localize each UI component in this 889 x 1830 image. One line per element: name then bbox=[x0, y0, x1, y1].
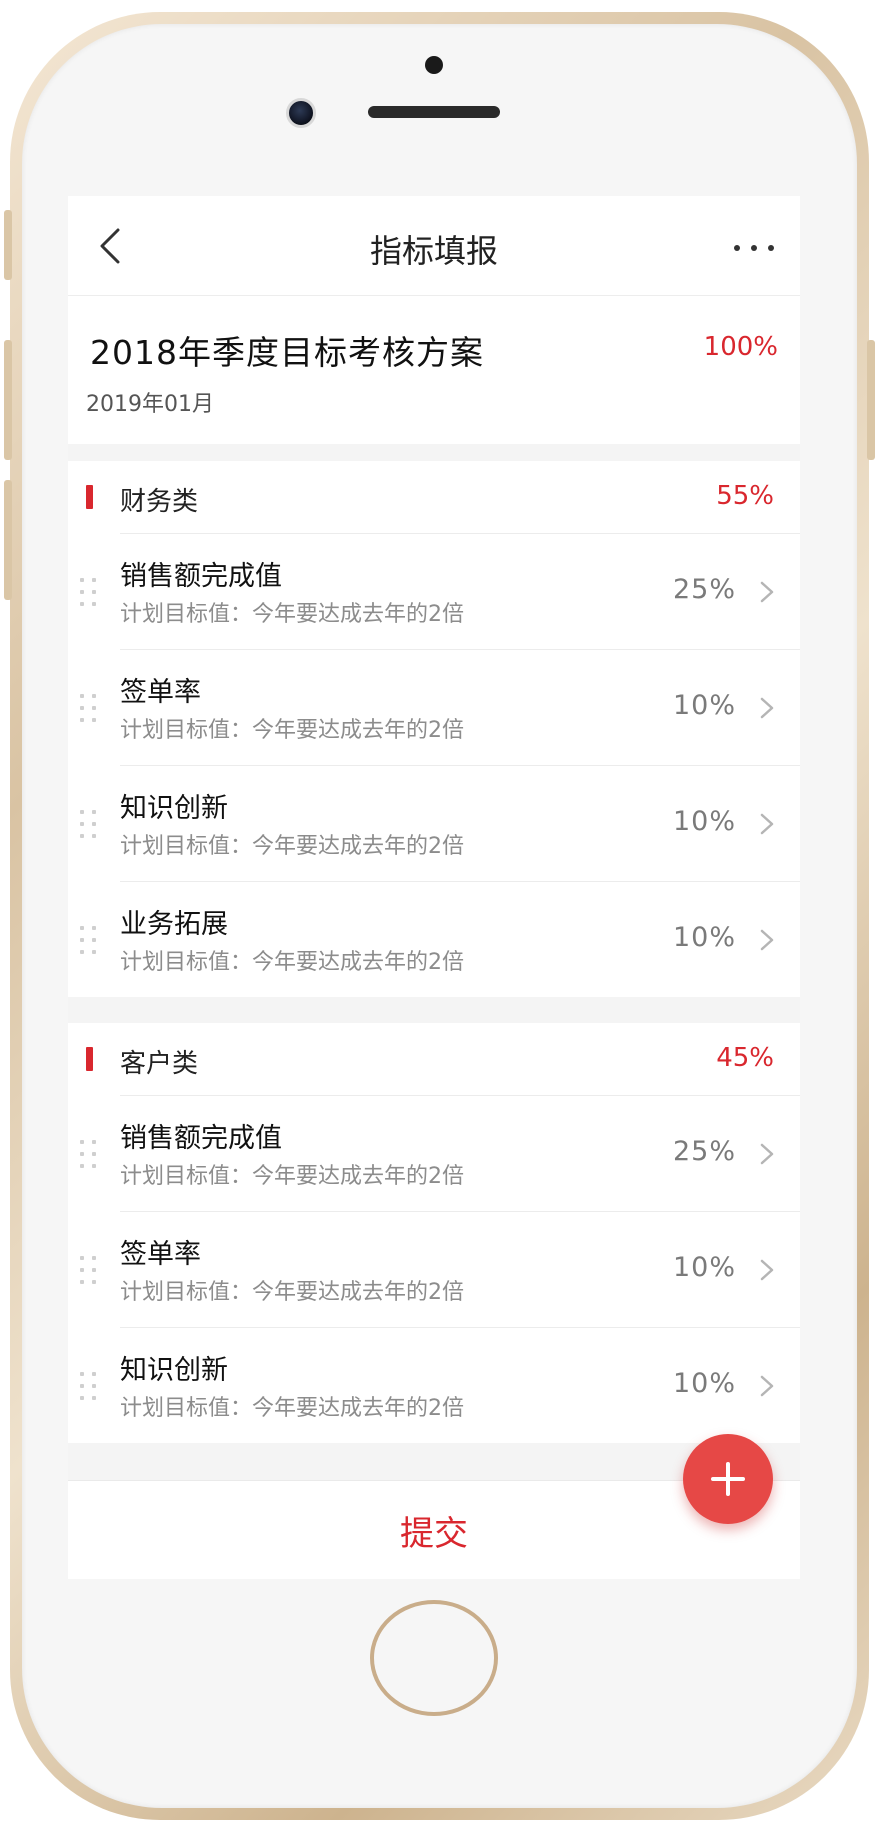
indicator-item[interactable]: 业务拓展 计划目标值：今年要达成去年的2倍 10% bbox=[80, 881, 800, 997]
section-title: 财务类 bbox=[120, 487, 199, 517]
item-description: 计划目标值：今年要达成去年的2倍 bbox=[120, 1164, 464, 1189]
chevron-right-icon bbox=[760, 1143, 774, 1165]
earpiece-speaker bbox=[368, 106, 500, 118]
drag-handle-icon[interactable] bbox=[80, 926, 98, 956]
drag-handle-icon[interactable] bbox=[80, 694, 98, 724]
chevron-right-icon bbox=[760, 1259, 774, 1281]
item-title: 销售额完成值 bbox=[120, 1123, 282, 1154]
indicator-item[interactable]: 签单率 计划目标值：今年要达成去年的2倍 10% bbox=[80, 649, 800, 765]
item-description: 计划目标值：今年要达成去年的2倍 bbox=[120, 950, 464, 975]
page-title: 指标填报 bbox=[369, 232, 498, 270]
plan-summary-card: 2018年季度目标考核方案 100% 2019年01月 bbox=[68, 296, 800, 444]
section-marker bbox=[86, 1047, 93, 1071]
drag-handle-icon[interactable] bbox=[80, 1140, 98, 1170]
item-title: 销售额完成值 bbox=[120, 561, 282, 592]
section-finance: 财务类 55% 销售额完成值 计划目标值：今年要达成去年的2倍 25% 签单率 … bbox=[68, 461, 800, 997]
section-percent: 45% bbox=[716, 1043, 774, 1073]
section-customer: 客户类 45% 销售额完成值 计划目标值：今年要达成去年的2倍 25% 签单率 … bbox=[68, 1023, 800, 1443]
chevron-right-icon bbox=[760, 697, 774, 719]
section-title: 客户类 bbox=[120, 1049, 199, 1079]
section-header: 财务类 55% bbox=[68, 461, 800, 533]
section-percent: 55% bbox=[716, 481, 774, 511]
chevron-right-icon bbox=[760, 1375, 774, 1397]
drag-handle-icon[interactable] bbox=[80, 1372, 98, 1402]
drag-handle-icon[interactable] bbox=[80, 578, 98, 608]
item-percent: 10% bbox=[672, 1368, 736, 1399]
drag-handle-icon[interactable] bbox=[80, 810, 98, 840]
indicator-item[interactable]: 销售额完成值 计划目标值：今年要达成去年的2倍 25% bbox=[80, 533, 800, 649]
mute-switch bbox=[4, 210, 12, 280]
drag-handle-icon[interactable] bbox=[80, 1256, 98, 1286]
plan-date: 2019年01月 bbox=[86, 392, 214, 417]
front-camera bbox=[286, 98, 316, 128]
plan-title: 2018年季度目标考核方案 bbox=[90, 333, 484, 372]
indicator-item[interactable]: 签单率 计划目标值：今年要达成去年的2倍 10% bbox=[80, 1211, 800, 1327]
plus-icon bbox=[711, 1462, 745, 1496]
volume-up-button bbox=[4, 340, 12, 460]
chevron-right-icon bbox=[760, 813, 774, 835]
item-description: 计划目标值：今年要达成去年的2倍 bbox=[120, 602, 464, 627]
item-percent: 10% bbox=[672, 1252, 736, 1283]
more-horizontal-icon[interactable] bbox=[734, 228, 774, 268]
plan-total-percent: 100% bbox=[703, 332, 778, 362]
add-button[interactable] bbox=[683, 1434, 773, 1524]
section-header: 客户类 45% bbox=[68, 1023, 800, 1095]
item-description: 计划目标值：今年要达成去年的2倍 bbox=[120, 1396, 464, 1421]
power-button bbox=[867, 340, 875, 460]
nav-bar: 指标填报 bbox=[68, 196, 800, 296]
item-percent: 10% bbox=[672, 806, 736, 837]
chevron-right-icon bbox=[760, 929, 774, 951]
item-title: 知识创新 bbox=[120, 793, 228, 824]
proximity-sensor bbox=[425, 56, 443, 74]
chevron-right-icon bbox=[760, 581, 774, 603]
item-description: 计划目标值：今年要达成去年的2倍 bbox=[120, 834, 464, 859]
item-description: 计划目标值：今年要达成去年的2倍 bbox=[120, 1280, 464, 1305]
item-percent: 25% bbox=[672, 1136, 736, 1167]
app-screen: 指标填报 2018年季度目标考核方案 100% 2019年01月 财务类 55%… bbox=[68, 196, 800, 1579]
section-marker bbox=[86, 485, 93, 509]
item-percent: 10% bbox=[672, 922, 736, 953]
item-title: 知识创新 bbox=[120, 1355, 228, 1386]
item-percent: 25% bbox=[672, 574, 736, 605]
volume-down-button bbox=[4, 480, 12, 600]
item-percent: 10% bbox=[672, 690, 736, 721]
item-title: 签单率 bbox=[120, 1239, 201, 1270]
indicator-item[interactable]: 知识创新 计划目标值：今年要达成去年的2倍 10% bbox=[80, 765, 800, 881]
item-title: 签单率 bbox=[120, 677, 201, 708]
item-title: 业务拓展 bbox=[120, 909, 228, 940]
item-description: 计划目标值：今年要达成去年的2倍 bbox=[120, 718, 464, 743]
indicator-item[interactable]: 知识创新 计划目标值：今年要达成去年的2倍 10% bbox=[80, 1327, 800, 1443]
home-button[interactable] bbox=[370, 1600, 498, 1716]
indicator-item[interactable]: 销售额完成值 计划目标值：今年要达成去年的2倍 25% bbox=[80, 1095, 800, 1211]
